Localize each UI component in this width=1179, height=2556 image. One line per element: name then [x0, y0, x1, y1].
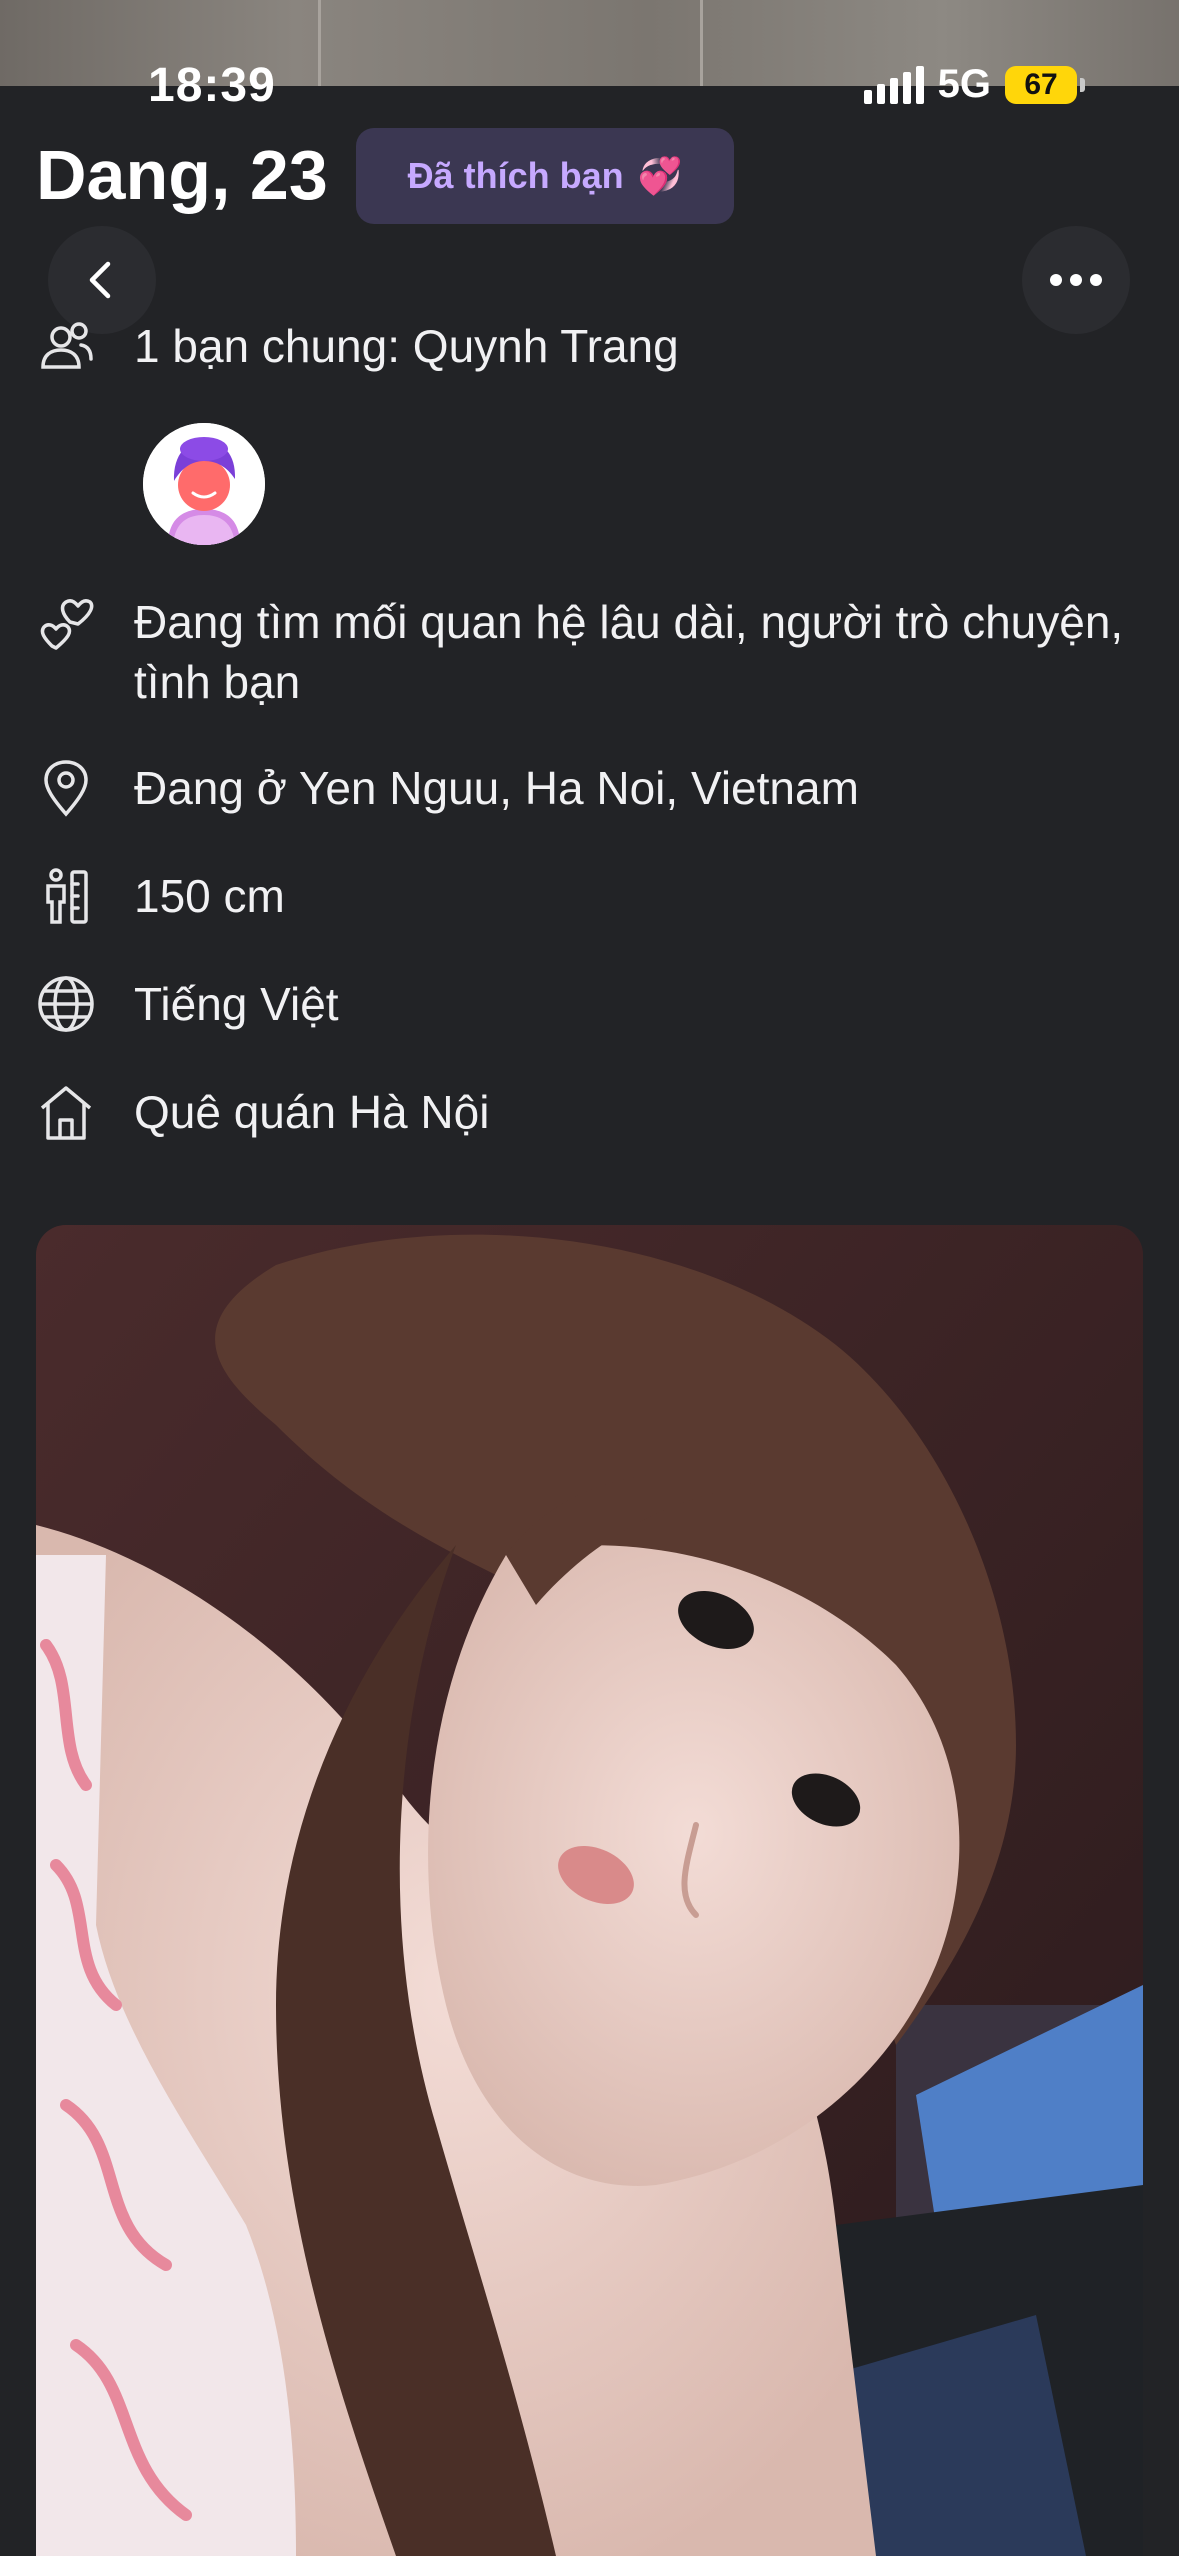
two-hearts-icon: 💞 [637, 155, 683, 196]
height-icon [36, 866, 96, 926]
battery-icon: 67 [1005, 65, 1085, 104]
hearts-icon [36, 592, 96, 652]
status-time: 18:39 [148, 59, 276, 112]
profile-photo-image [36, 1225, 1143, 2556]
language-text: Tiếng Việt [134, 978, 339, 1030]
chevron-left-icon [89, 261, 111, 299]
battery-level: 67 [1024, 67, 1058, 101]
location-text: Đang ở Yen Nguu, Ha Noi, Vietnam [134, 762, 859, 814]
hometown-row: Quê quán Hà Nội [36, 1082, 489, 1142]
height-text: 150 cm [134, 870, 285, 922]
location-row: Đang ở Yen Nguu, Ha Noi, Vietnam [36, 758, 859, 818]
wall-seam [318, 0, 321, 86]
location-pin-icon [36, 758, 96, 818]
profile-name-age: Dang, 23 [36, 136, 328, 214]
status-indicators: 5G 67 [863, 62, 1085, 107]
wall-seam [700, 0, 703, 86]
people-icon [36, 316, 96, 376]
home-icon [36, 1082, 96, 1142]
more-dots-icon [1050, 274, 1102, 286]
network-type: 5G [937, 62, 991, 106]
mutual-friends-text: 1 bạn chung: Quynh Trang [134, 320, 679, 372]
more-options-button[interactable] [1022, 226, 1130, 334]
mutual-friends-row[interactable]: 1 bạn chung: Quynh Trang [36, 316, 679, 376]
looking-for-text: Đang tìm mối quan hệ lâu dài, người trò … [134, 596, 1124, 708]
height-row: 150 cm [36, 866, 285, 926]
looking-for-row: Đang tìm mối quan hệ lâu dài, người trò … [36, 592, 1123, 708]
mutual-friend-avatar[interactable] [143, 423, 265, 545]
profile-photo[interactable] [36, 1225, 1143, 2556]
globe-icon [36, 974, 96, 1034]
language-row: Tiếng Việt [36, 974, 339, 1034]
liked-you-text: Đã thích bạn [407, 155, 624, 196]
hometown-text: Quê quán Hà Nội [134, 1086, 490, 1138]
signal-icon [863, 65, 924, 104]
liked-you-badge: Đã thích bạn 💞 [356, 128, 734, 224]
